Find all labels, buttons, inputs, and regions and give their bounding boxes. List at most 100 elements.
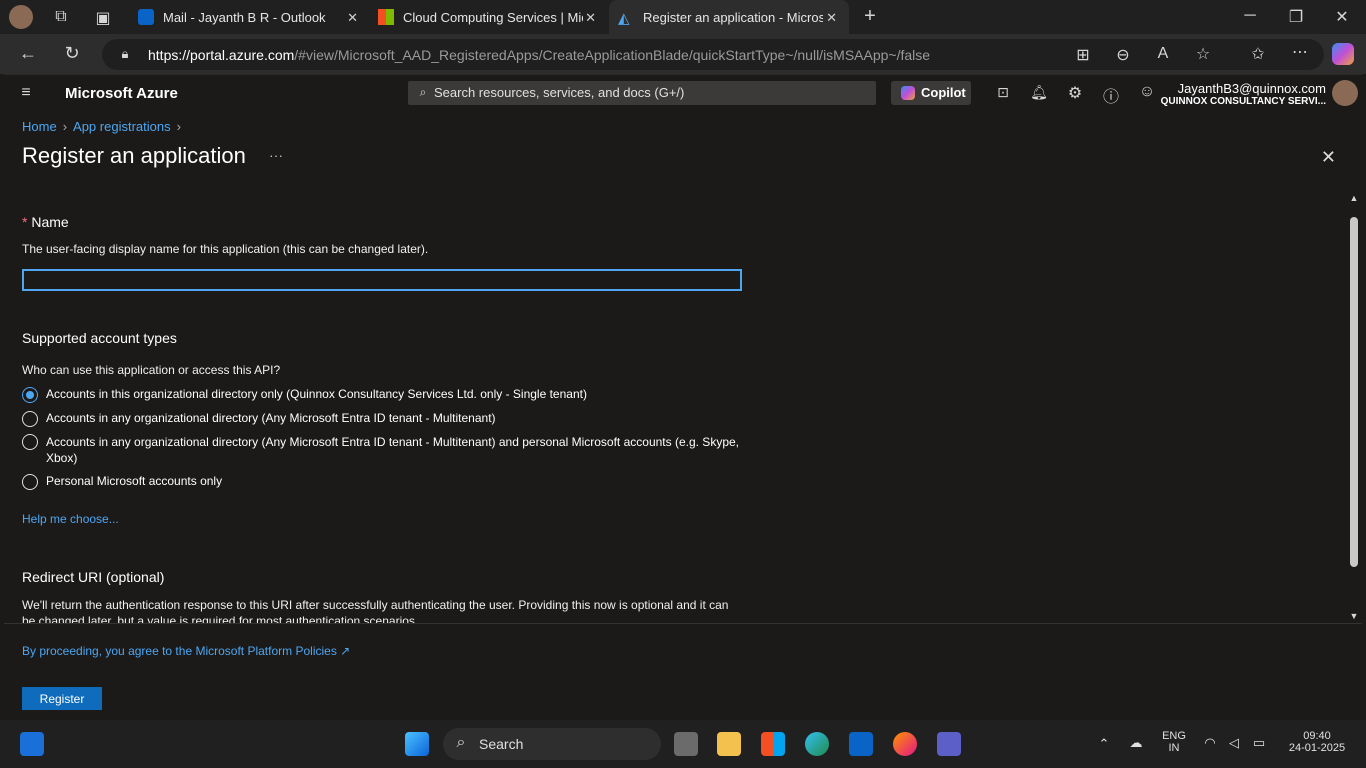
file-explorer-icon[interactable] xyxy=(717,732,741,756)
edge-icon[interactable] xyxy=(805,732,829,756)
outlook-icon xyxy=(138,9,154,25)
tab-title: Register an application - Microsof xyxy=(643,9,823,25)
task-view-icon[interactable] xyxy=(674,732,698,756)
refresh-icon[interactable]: ↻ xyxy=(62,43,82,64)
breadcrumb-app-registrations[interactable]: App registrations xyxy=(73,119,171,134)
language-indicator[interactable]: ENG IN xyxy=(1158,730,1190,754)
new-tab-icon[interactable]: + xyxy=(860,5,880,28)
clock-time: 09:40 xyxy=(1303,730,1331,742)
clock-date: 24-01-2025 xyxy=(1288,742,1346,754)
scroll-up-icon[interactable]: ▲ xyxy=(1348,193,1360,203)
account-email: JayanthB3@quinnox.com xyxy=(1177,81,1326,96)
radio-multitenant-personal[interactable]: Accounts in any organizational directory… xyxy=(22,434,742,466)
teams-icon[interactable] xyxy=(937,732,961,756)
browser-tab-bar: ⧉ ▣ Mail - Jayanth B R - Outlook ✕ Cloud… xyxy=(0,0,1366,34)
close-tab-icon[interactable]: ✕ xyxy=(347,10,358,26)
avatar[interactable] xyxy=(1332,80,1358,106)
help-icon[interactable]: ⓘ xyxy=(1102,83,1120,107)
battery-icon[interactable]: ▭ xyxy=(1250,735,1268,751)
close-tab-icon[interactable]: ✕ xyxy=(826,10,837,26)
close-blade-icon[interactable]: ✕ xyxy=(1321,147,1336,168)
lock-icon[interactable]: 🔒︎ xyxy=(118,46,132,62)
close-tab-icon[interactable]: ✕ xyxy=(585,10,596,26)
profile-avatar-icon[interactable] xyxy=(9,5,33,29)
copilot-icon xyxy=(901,86,915,100)
windows-taskbar: ⌕ Search ⌃ ☁ ENG IN ◠ ◁ ▭ 09:40 24-01-20… xyxy=(0,720,1366,768)
tab-outlook[interactable]: Mail - Jayanth B R - Outlook ✕ xyxy=(130,0,370,34)
microsoft-store-icon[interactable] xyxy=(761,732,785,756)
feedback-icon[interactable]: ☺ xyxy=(1138,83,1156,101)
scroll-down-icon[interactable]: ▼ xyxy=(1348,611,1360,621)
workspaces-icon[interactable]: ⧉ xyxy=(52,8,70,26)
windows-start-icon[interactable] xyxy=(405,732,429,756)
settings-gear-icon[interactable]: ⚙ xyxy=(1066,83,1084,103)
notifications-bell-icon[interactable]: 🔔︎ xyxy=(1030,84,1048,101)
onedrive-icon[interactable]: ☁ xyxy=(1126,735,1146,751)
address-bar[interactable]: 🔒︎ https://portal.azure.com/#view/Micros… xyxy=(102,39,1324,70)
taskbar-search-label: Search xyxy=(479,736,524,752)
minimize-icon[interactable]: ─ xyxy=(1240,7,1260,25)
app-available-icon[interactable]: ⊞ xyxy=(1074,45,1092,65)
copilot-button[interactable]: Copilot xyxy=(891,81,971,105)
register-app-blade: Home › App registrations › Register an appl… xyxy=(4,111,1362,717)
show-hidden-icons[interactable]: ⌃ xyxy=(1096,736,1112,752)
radio-button[interactable] xyxy=(22,411,38,427)
blade-footer: By proceeding, you agree to the Microsof… xyxy=(4,623,1362,717)
back-icon[interactable]: ← xyxy=(18,43,38,64)
radio-button[interactable] xyxy=(22,434,38,450)
favorite-star-icon[interactable]: ☆ xyxy=(1194,44,1212,64)
brand-title[interactable]: Microsoft Azure xyxy=(65,85,178,102)
volume-icon[interactable]: ◁ xyxy=(1226,735,1242,751)
cloud-shell-icon[interactable]: ⊡ xyxy=(994,84,1012,101)
outlook-app-icon[interactable] xyxy=(849,732,873,756)
help-me-choose-link[interactable]: Help me choose... xyxy=(22,512,119,526)
search-icon: ⌕ xyxy=(419,85,427,99)
radio-multitenant[interactable]: Accounts in any organizational directory… xyxy=(22,411,496,427)
account-types-heading: Supported account types xyxy=(22,330,177,346)
global-search-input[interactable]: ⌕ Search resources, services, and docs (… xyxy=(408,81,876,105)
read-aloud-icon[interactable]: A xyxy=(1154,45,1172,63)
account-org: QUINNOX CONSULTANCY SERVI... xyxy=(1160,96,1326,107)
platform-policies-link[interactable]: By proceeding, you agree to the Microsof… xyxy=(22,644,350,658)
radio-button[interactable] xyxy=(22,474,38,490)
radio-button[interactable] xyxy=(22,387,38,403)
restore-icon[interactable]: ❐ xyxy=(1286,7,1306,27)
firefox-icon[interactable] xyxy=(893,732,917,756)
app-name-input[interactable] xyxy=(22,269,742,291)
redirect-uri-description: We'll return the authentication response… xyxy=(22,598,729,623)
radio-label: Personal Microsoft accounts only xyxy=(46,474,223,488)
copilot-label: Copilot xyxy=(921,85,966,100)
radio-label: Accounts in this organizational director… xyxy=(46,387,587,401)
wifi-icon[interactable]: ◠ xyxy=(1202,735,1218,751)
search-icon: ⌕ xyxy=(456,734,466,751)
widgets-icon[interactable] xyxy=(20,732,44,756)
microsoft-icon xyxy=(378,9,394,25)
required-marker: * xyxy=(22,214,28,230)
zoom-icon[interactable]: ⊖ xyxy=(1114,45,1132,65)
scrollbar[interactable]: ▲ ▼ xyxy=(1348,193,1360,621)
tab-register-application[interactable]: ◭ Register an application - Microsof ✕ xyxy=(609,0,849,34)
name-description: The user-facing display name for this ap… xyxy=(22,242,429,256)
copilot-browser-icon[interactable] xyxy=(1332,43,1354,65)
register-button[interactable]: Register xyxy=(22,687,102,710)
url-text[interactable]: https://portal.azure.com/#view/Microsoft… xyxy=(148,47,930,63)
vertical-tabs-icon[interactable]: ▣ xyxy=(94,8,112,28)
hamburger-menu-icon[interactable]: ≡ xyxy=(18,84,34,102)
taskbar-search[interactable]: ⌕ Search xyxy=(443,728,661,760)
radio-label: Accounts in any organizational directory… xyxy=(46,411,496,425)
clock[interactable]: 09:40 24-01-2025 xyxy=(1284,730,1350,754)
account-info[interactable]: JayanthB3@quinnox.com QUINNOX CONSULTANC… xyxy=(1161,81,1326,107)
chevron-right-icon: › xyxy=(176,119,181,134)
favorites-icon[interactable]: ✩ xyxy=(1248,44,1268,64)
radio-label: Accounts in any organizational directory… xyxy=(46,435,739,465)
radio-personal-only[interactable]: Personal Microsoft accounts only xyxy=(22,474,222,490)
tab-title: Cloud Computing Services | Micro xyxy=(403,9,583,25)
tab-cloud-computing[interactable]: Cloud Computing Services | Micro ✕ xyxy=(370,0,608,34)
lang-top: ENG xyxy=(1162,730,1186,742)
scrollbar-thumb[interactable] xyxy=(1350,217,1358,567)
more-options-icon[interactable]: ⋯ xyxy=(1290,42,1310,62)
radio-single-tenant[interactable]: Accounts in this organizational director… xyxy=(22,387,587,403)
close-window-icon[interactable]: ✕ xyxy=(1332,7,1352,27)
more-actions-icon[interactable]: ··· xyxy=(269,147,283,163)
breadcrumb-home[interactable]: Home xyxy=(22,119,57,134)
